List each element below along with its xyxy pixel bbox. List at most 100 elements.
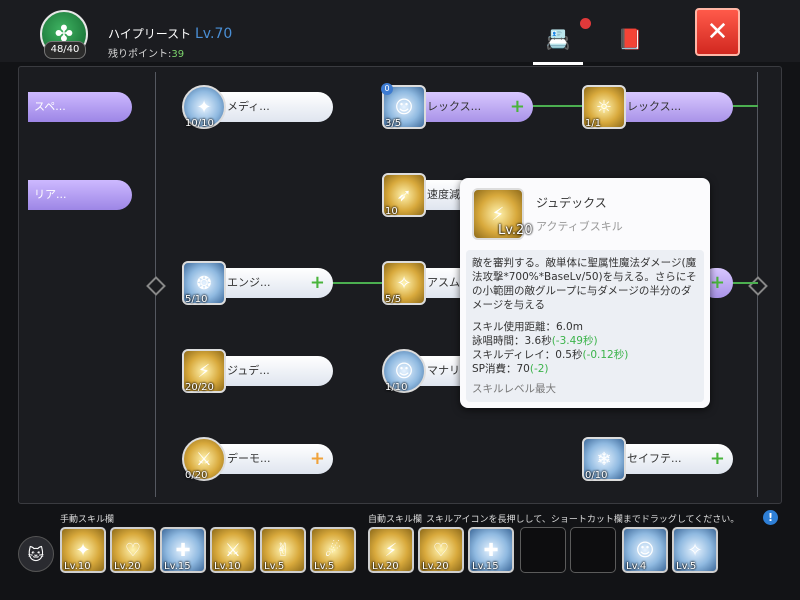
info-badge: 0	[381, 83, 393, 95]
skill-mana-recharge-icon[interactable]: ☺ 1/10	[382, 349, 426, 393]
tooltip-footer: スキルレベル最大	[472, 383, 556, 395]
contacts-book-icon: 📇	[545, 27, 571, 51]
skill-level: 1/10	[385, 382, 408, 393]
shortcut-slot[interactable]: ✚ Lv.15	[160, 527, 206, 573]
book-icon: 📕	[617, 27, 643, 51]
slot-level: Lv.20	[372, 561, 399, 572]
shortcut-slot[interactable]: ✧ Lv.5	[672, 527, 718, 573]
skill-tooltip: ⚡ Lv.20 ジュデックス アクティブスキル 敵を審判する。敵単体に聖属性魔法…	[460, 178, 710, 408]
skill-meditatio-icon[interactable]: ✦ 10/10	[182, 85, 226, 129]
slot-level: Lv.10	[64, 561, 91, 572]
class-points: 48/40	[44, 41, 86, 59]
stat-label: スキル使用距離：6.0m	[472, 321, 583, 333]
slot-level: Lv.20	[422, 561, 449, 572]
skill-assumptio-icon[interactable]: ✧ 5/5	[382, 261, 426, 305]
skill-level: 5/10	[185, 294, 208, 305]
skill-level: 5/5	[385, 294, 402, 305]
skill-demon-bane-icon[interactable]: ⚔ 0/20	[182, 437, 226, 481]
skill-label: スペ...	[34, 100, 66, 113]
skill-node-left[interactable]: スペ...	[28, 92, 132, 122]
stat-bonus: (-3.49秒)	[551, 335, 598, 347]
add-point-button[interactable]: +	[310, 444, 325, 474]
skill-level: 0/20	[185, 470, 208, 481]
drag-hint: スキルアイコンを長押しして、ショートカット欄までドラッグしてください。	[426, 515, 740, 525]
class-name: ハイプリースト	[108, 27, 192, 41]
skill-level: 20/20	[185, 382, 214, 393]
skill-label: エンジ...	[227, 276, 271, 289]
shortcut-slot[interactable]: ♡ Lv.20	[418, 527, 464, 573]
skill-safety-wall-icon[interactable]: ❄ 0/10	[582, 437, 626, 481]
skill-judex-icon[interactable]: ⚡ 20/20	[182, 349, 226, 393]
shortcut-slot[interactable]: ♡ Lv.20	[110, 527, 156, 573]
auto-skill-label: 自動スキル欄	[368, 515, 423, 525]
shortcut-slot[interactable]: ✦ Lv.10	[60, 527, 106, 573]
skill-level: 1/1	[585, 118, 602, 129]
shortcut-slot[interactable]: ⚔ Lv.10	[210, 527, 256, 573]
class-level: Lv.70	[195, 26, 233, 42]
shortcut-slot-empty[interactable]	[520, 527, 566, 573]
help-icon[interactable]: !	[763, 510, 778, 525]
skill-level: 0/10	[585, 470, 608, 481]
stat-bonus: (-2)	[529, 363, 549, 375]
tooltip-stats: スキル使用距離：6.0m 詠唱時間：3.6秒(-3.49秒) スキルディレイ：0…	[472, 320, 698, 376]
shortcut-slot[interactable]: ☄ Lv.5	[310, 527, 356, 573]
slot-level: Lv.15	[472, 561, 499, 572]
stat-label: SP消費：70	[472, 363, 530, 375]
shortcut-slot[interactable]: ✚ Lv.15	[468, 527, 514, 573]
stat-bonus: (-0.12秒)	[582, 349, 629, 361]
shortcut-slot[interactable]: ☺ Lv.4	[622, 527, 668, 573]
skill-label: メディ...	[227, 100, 270, 113]
slot-level: Lv.15	[164, 561, 191, 572]
shortcut-slot-empty[interactable]	[570, 527, 616, 573]
tab-notebook[interactable]: 📕	[605, 16, 655, 62]
skill-level: 10/10	[185, 118, 214, 129]
skill-level: 3/5	[385, 118, 402, 129]
remaining-points-value: 39	[171, 49, 185, 60]
stat-range: スキル使用距離：6.0m	[472, 320, 698, 334]
cat-face-icon[interactable]: 🐱	[18, 536, 54, 572]
slot-level: Lv.5	[314, 561, 335, 572]
shortcut-slot[interactable]: ✌ Lv.5	[260, 527, 306, 573]
shortcut-slot[interactable]: ⚡ Lv.20	[368, 527, 414, 573]
close-icon: ✕	[706, 17, 729, 47]
close-button[interactable]: ✕	[695, 8, 740, 56]
add-point-button[interactable]: +	[310, 268, 325, 298]
skill-resurrection-icon[interactable]: ☺ 0 3/5	[381, 83, 426, 129]
remaining-points: 残りポイント:39	[108, 45, 184, 60]
tooltip-body: 敵を審判する。敵単体に聖属性魔法ダメージ(魔法攻撃*700%*BaseLv/50…	[466, 250, 704, 402]
skill-level: 10	[385, 206, 398, 217]
remaining-points-label: 残りポイント:	[108, 49, 172, 60]
tab-skill-book[interactable]: 📇	[533, 16, 583, 65]
stat-cast-time: 詠唱時間：3.6秒(-3.49秒)	[472, 334, 698, 348]
skill-rexdivina-icon[interactable]: ☼ 1/1	[582, 85, 626, 129]
stat-sp-cost: SP消費：70(-2)	[472, 362, 698, 376]
skill-connection	[530, 105, 585, 107]
skill-label: リア...	[34, 188, 67, 201]
skill-angelus-icon[interactable]: ❂ 5/10	[182, 261, 226, 305]
skill-node-left[interactable]: リア...	[28, 180, 132, 210]
skill-label: レックス...	[427, 100, 482, 113]
manual-skill-label: 手動スキル欄	[60, 515, 115, 525]
slot-level: Lv.10	[214, 561, 241, 572]
slot-level: Lv.20	[114, 561, 141, 572]
skill-connection	[730, 105, 758, 107]
slot-level: Lv.4	[626, 561, 647, 572]
tooltip-level: Lv.20	[498, 223, 533, 238]
skill-label: レックス...	[627, 100, 682, 113]
skill-connection	[330, 282, 385, 284]
stat-delay: スキルディレイ：0.5秒(-0.12秒)	[472, 348, 698, 362]
tooltip-skill-type: アクティブスキル	[536, 220, 623, 233]
notification-dot	[580, 18, 591, 29]
skill-label: ジュデ...	[227, 364, 270, 377]
slot-level: Lv.5	[264, 561, 285, 572]
skill-connection	[730, 282, 758, 284]
stat-label: スキルディレイ：0.5秒	[472, 349, 583, 361]
add-point-button[interactable]: +	[510, 92, 525, 122]
tooltip-skill-name: ジュデックス	[536, 196, 607, 210]
stat-label: 詠唱時間：3.6秒	[472, 335, 552, 347]
skill-label: セイフテ...	[627, 452, 682, 465]
add-point-button[interactable]: +	[710, 444, 725, 474]
slot-level: Lv.5	[676, 561, 697, 572]
skill-decrease-agi-icon[interactable]: ➶ 10	[382, 173, 426, 217]
add-point-button[interactable]: +	[710, 268, 725, 298]
